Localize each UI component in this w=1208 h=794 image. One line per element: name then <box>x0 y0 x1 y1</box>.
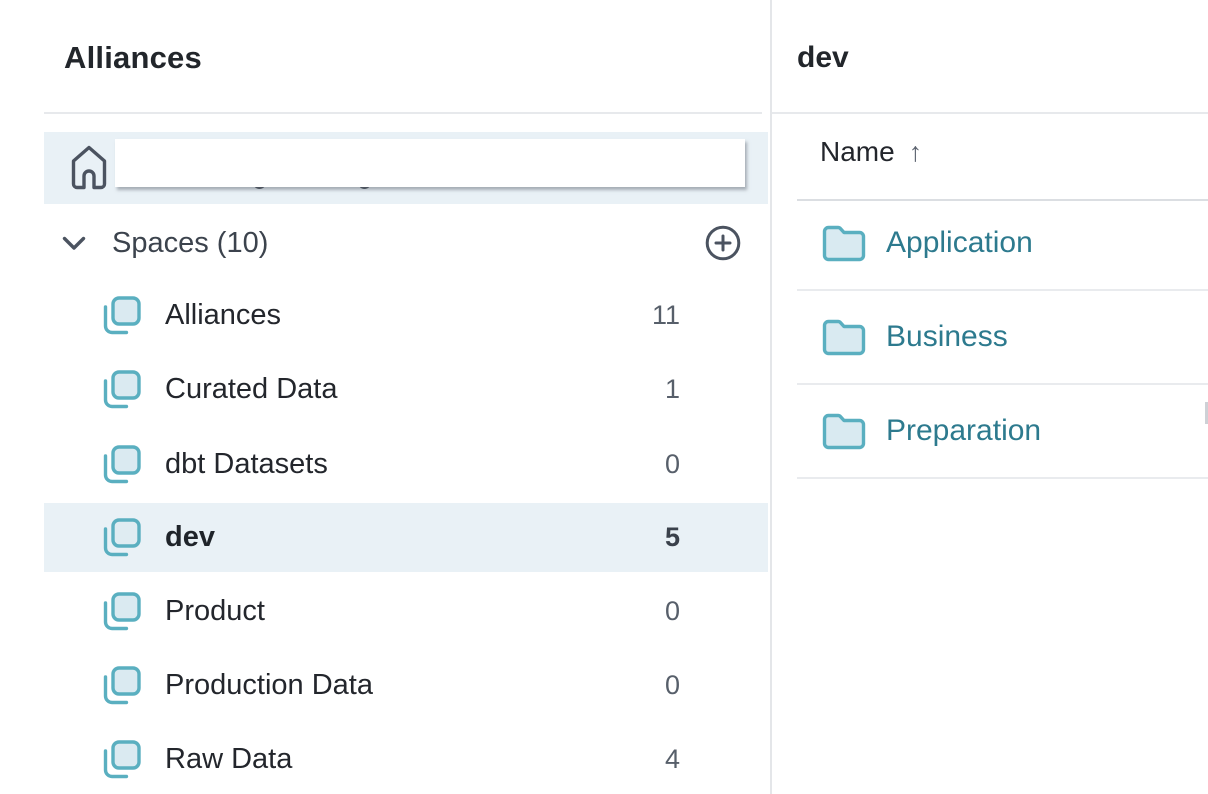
sidebar-item-production-data[interactable]: Production Data 0 <box>44 651 768 720</box>
panel-divider <box>770 0 772 794</box>
space-name: Production Data <box>165 669 373 702</box>
sidebar-title: Alliances <box>64 40 202 76</box>
sidebar-item-raw-data[interactable]: Raw Data 4 <box>44 725 768 794</box>
table-row-application[interactable]: Application <box>797 197 1208 291</box>
space-dataset-count: 5 <box>665 522 680 553</box>
space-icon <box>101 294 143 338</box>
sidebar-item-product[interactable]: Product 0 <box>44 577 768 646</box>
name-column-label: Name <box>820 136 895 168</box>
space-name: Curated Data <box>165 373 338 406</box>
folder-link[interactable]: Preparation <box>886 414 1041 448</box>
space-icon <box>101 738 143 782</box>
space-dataset-count: 11 <box>652 300 680 331</box>
sidebar-item-dbt-datasets[interactable]: dbt Datasets 0 <box>44 430 768 499</box>
name-column-header[interactable]: Name ↑ <box>820 133 922 171</box>
space-name: Alliances <box>165 299 281 332</box>
space-icon <box>101 443 143 487</box>
sidebar-item-alliances[interactable]: Alliances 11 <box>44 281 768 350</box>
folder-icon <box>822 225 866 262</box>
app-window: Alliances Spaces (10) <box>0 0 1208 794</box>
space-icon <box>101 368 143 412</box>
folder-link[interactable]: Application <box>886 226 1033 260</box>
space-name: dev <box>165 521 215 554</box>
space-dataset-count: 0 <box>665 670 680 701</box>
sort-ascending-icon: ↑ <box>909 137 923 168</box>
table-row-preparation[interactable]: Preparation <box>797 385 1208 479</box>
home-icon <box>70 144 108 191</box>
spaces-section-label: Spaces (10) <box>112 227 268 260</box>
spaces-section-header[interactable]: Spaces (10) <box>44 220 768 266</box>
chevron-down-icon[interactable] <box>62 236 86 251</box>
home-item[interactable] <box>44 132 768 204</box>
space-name: Product <box>165 595 265 628</box>
sidebar-item-dev[interactable]: dev 5 <box>44 503 768 572</box>
space-icon <box>101 590 143 634</box>
page-title: dev <box>797 41 849 75</box>
table-row-business[interactable]: Business <box>797 291 1208 385</box>
sidebar-title-divider <box>44 112 762 114</box>
space-dataset-count: 0 <box>665 449 680 480</box>
plus-circle-icon <box>704 224 742 262</box>
space-icon <box>101 516 143 560</box>
folder-icon <box>822 413 866 450</box>
folder-link[interactable]: Business <box>886 320 1008 354</box>
sidebar-item-curated-data[interactable]: Curated Data 1 <box>44 355 768 424</box>
folder-icon <box>822 319 866 356</box>
space-name: Raw Data <box>165 743 292 776</box>
add-space-button[interactable] <box>704 224 742 262</box>
space-dataset-count: 0 <box>665 596 680 627</box>
space-icon <box>101 664 143 708</box>
space-dataset-count: 4 <box>665 744 680 775</box>
space-name: dbt Datasets <box>165 448 328 481</box>
space-dataset-count: 1 <box>665 374 680 405</box>
main-title-divider <box>772 112 1208 114</box>
redacted-username <box>115 139 745 187</box>
